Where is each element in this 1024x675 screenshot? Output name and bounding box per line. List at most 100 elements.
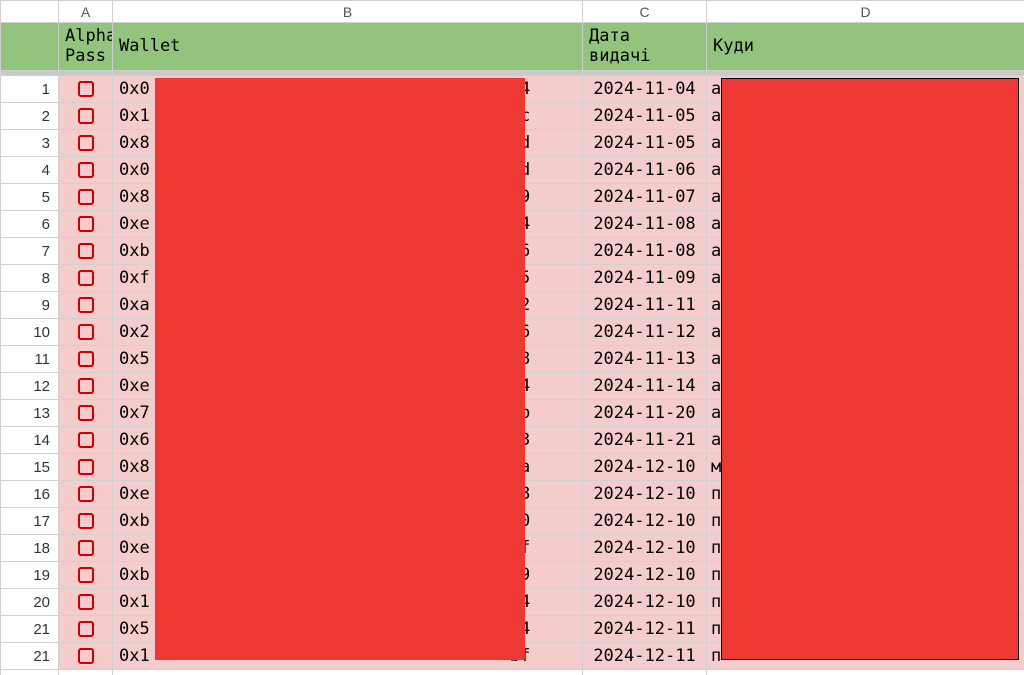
col-header-B[interactable]: B — [113, 1, 583, 23]
alpha-pass-checkbox-cell[interactable] — [59, 292, 113, 319]
checkbox-unchecked-icon[interactable] — [78, 594, 94, 610]
checkbox-unchecked-icon[interactable] — [78, 162, 94, 178]
row-number[interactable]: 17 — [1, 508, 59, 535]
date-cell[interactable]: 2024-11-14 — [583, 373, 707, 400]
checkbox-unchecked-icon[interactable] — [78, 378, 94, 394]
checkbox-unchecked-icon[interactable] — [78, 216, 94, 232]
date-cell[interactable]: 2024-11-21 — [583, 427, 707, 454]
row-number[interactable]: 12 — [1, 373, 59, 400]
col-header-A[interactable]: A — [59, 1, 113, 23]
row-number[interactable]: 13 — [1, 400, 59, 427]
checkbox-unchecked-icon[interactable] — [78, 243, 94, 259]
checkbox-unchecked-icon[interactable] — [78, 189, 94, 205]
checkbox-unchecked-icon[interactable] — [78, 297, 94, 313]
alpha-pass-checkbox-cell[interactable] — [59, 373, 113, 400]
date-cell[interactable]: 2024-11-09 — [583, 265, 707, 292]
checkbox-unchecked-icon[interactable] — [78, 405, 94, 421]
date-cell[interactable]: 2024-12-11 — [583, 616, 707, 643]
alpha-pass-checkbox-cell[interactable] — [59, 265, 113, 292]
empty-row[interactable] — [1, 670, 1024, 675]
alpha-pass-checkbox-cell[interactable] — [59, 346, 113, 373]
checkbox-unchecked-icon[interactable] — [78, 351, 94, 367]
checkbox-unchecked-icon[interactable] — [78, 540, 94, 556]
date-cell[interactable]: 2024-11-07 — [583, 184, 707, 211]
corner-cell[interactable] — [1, 1, 59, 23]
date-cell[interactable]: 2024-12-10 — [583, 562, 707, 589]
date-cell[interactable]: 2024-11-08 — [583, 211, 707, 238]
checkbox-unchecked-icon[interactable] — [78, 459, 94, 475]
row-number[interactable]: 3 — [1, 130, 59, 157]
alpha-pass-checkbox-cell[interactable] — [59, 211, 113, 238]
date-cell[interactable]: 2024-12-10 — [583, 508, 707, 535]
date-cell[interactable]: 2024-12-10 — [583, 535, 707, 562]
date-cell[interactable]: 2024-11-05 — [583, 103, 707, 130]
date-cell[interactable]: 2024-11-20 — [583, 400, 707, 427]
row-number[interactable]: 16 — [1, 481, 59, 508]
alpha-pass-checkbox-cell[interactable] — [59, 589, 113, 616]
col-header-C[interactable]: C — [583, 1, 707, 23]
checkbox-unchecked-icon[interactable] — [78, 567, 94, 583]
alpha-pass-checkbox-cell[interactable] — [59, 508, 113, 535]
date-cell[interactable]: 2024-11-11 — [583, 292, 707, 319]
row-number[interactable]: 11 — [1, 346, 59, 373]
alpha-pass-checkbox-cell[interactable] — [59, 643, 113, 670]
row-number[interactable]: 15 — [1, 454, 59, 481]
checkbox-unchecked-icon[interactable] — [78, 621, 94, 637]
alpha-pass-checkbox-cell[interactable] — [59, 454, 113, 481]
row-number[interactable]: 5 — [1, 184, 59, 211]
row-number[interactable]: 14 — [1, 427, 59, 454]
row-number[interactable]: 1 — [1, 76, 59, 103]
alpha-pass-checkbox-cell[interactable] — [59, 103, 113, 130]
alpha-pass-checkbox-cell[interactable] — [59, 238, 113, 265]
row-number[interactable]: 8 — [1, 265, 59, 292]
checkbox-unchecked-icon[interactable] — [78, 486, 94, 502]
header-wallet[interactable]: Wallet — [113, 23, 583, 71]
header-date[interactable]: Дата видачі — [583, 23, 707, 71]
date-cell[interactable]: 2024-11-08 — [583, 238, 707, 265]
alpha-pass-checkbox-cell[interactable] — [59, 400, 113, 427]
alpha-pass-checkbox-cell[interactable] — [59, 184, 113, 211]
alpha-pass-checkbox-cell[interactable] — [59, 76, 113, 103]
row-number[interactable]: 4 — [1, 157, 59, 184]
date-cell[interactable]: 2024-12-10 — [583, 454, 707, 481]
alpha-pass-checkbox-cell[interactable] — [59, 130, 113, 157]
row-number[interactable]: 10 — [1, 319, 59, 346]
header-dest[interactable]: Куди — [707, 23, 1024, 71]
row-number[interactable]: 6 — [1, 211, 59, 238]
checkbox-unchecked-icon[interactable] — [78, 81, 94, 97]
date-cell[interactable]: 2024-12-11 — [583, 643, 707, 670]
alpha-pass-checkbox-cell[interactable] — [59, 427, 113, 454]
header-alpha-pass[interactable]: Alpha Pass — [59, 23, 113, 71]
alpha-pass-checkbox-cell[interactable] — [59, 481, 113, 508]
alpha-pass-checkbox-cell[interactable] — [59, 319, 113, 346]
row-number[interactable]: 7 — [1, 238, 59, 265]
date-cell[interactable]: 2024-11-05 — [583, 130, 707, 157]
checkbox-unchecked-icon[interactable] — [78, 270, 94, 286]
row-number[interactable]: 9 — [1, 292, 59, 319]
alpha-pass-checkbox-cell[interactable] — [59, 157, 113, 184]
date-cell[interactable]: 2024-11-13 — [583, 346, 707, 373]
spreadsheet[interactable]: A B C D E Alpha Pass Wallet Дата видачі … — [0, 0, 1024, 675]
row-number[interactable]: 20 — [1, 589, 59, 616]
checkbox-unchecked-icon[interactable] — [78, 648, 94, 664]
date-cell[interactable]: 2024-11-06 — [583, 157, 707, 184]
checkbox-unchecked-icon[interactable] — [78, 324, 94, 340]
checkbox-unchecked-icon[interactable] — [78, 513, 94, 529]
date-cell[interactable]: 2024-11-12 — [583, 319, 707, 346]
row-number[interactable]: 21 — [1, 643, 59, 670]
row-header-blank[interactable] — [1, 23, 59, 71]
date-cell[interactable]: 2024-12-10 — [583, 589, 707, 616]
alpha-pass-checkbox-cell[interactable] — [59, 535, 113, 562]
col-header-D[interactable]: D — [707, 1, 1024, 23]
row-number[interactable]: 18 — [1, 535, 59, 562]
row-number[interactable]: 2 — [1, 103, 59, 130]
row-number[interactable]: 19 — [1, 562, 59, 589]
checkbox-unchecked-icon[interactable] — [78, 432, 94, 448]
date-cell[interactable]: 2024-12-10 — [583, 481, 707, 508]
alpha-pass-checkbox-cell[interactable] — [59, 562, 113, 589]
row-number[interactable]: 21 — [1, 616, 59, 643]
date-cell[interactable]: 2024-11-04 — [583, 76, 707, 103]
alpha-pass-checkbox-cell[interactable] — [59, 616, 113, 643]
checkbox-unchecked-icon[interactable] — [78, 108, 94, 124]
checkbox-unchecked-icon[interactable] — [78, 135, 94, 151]
